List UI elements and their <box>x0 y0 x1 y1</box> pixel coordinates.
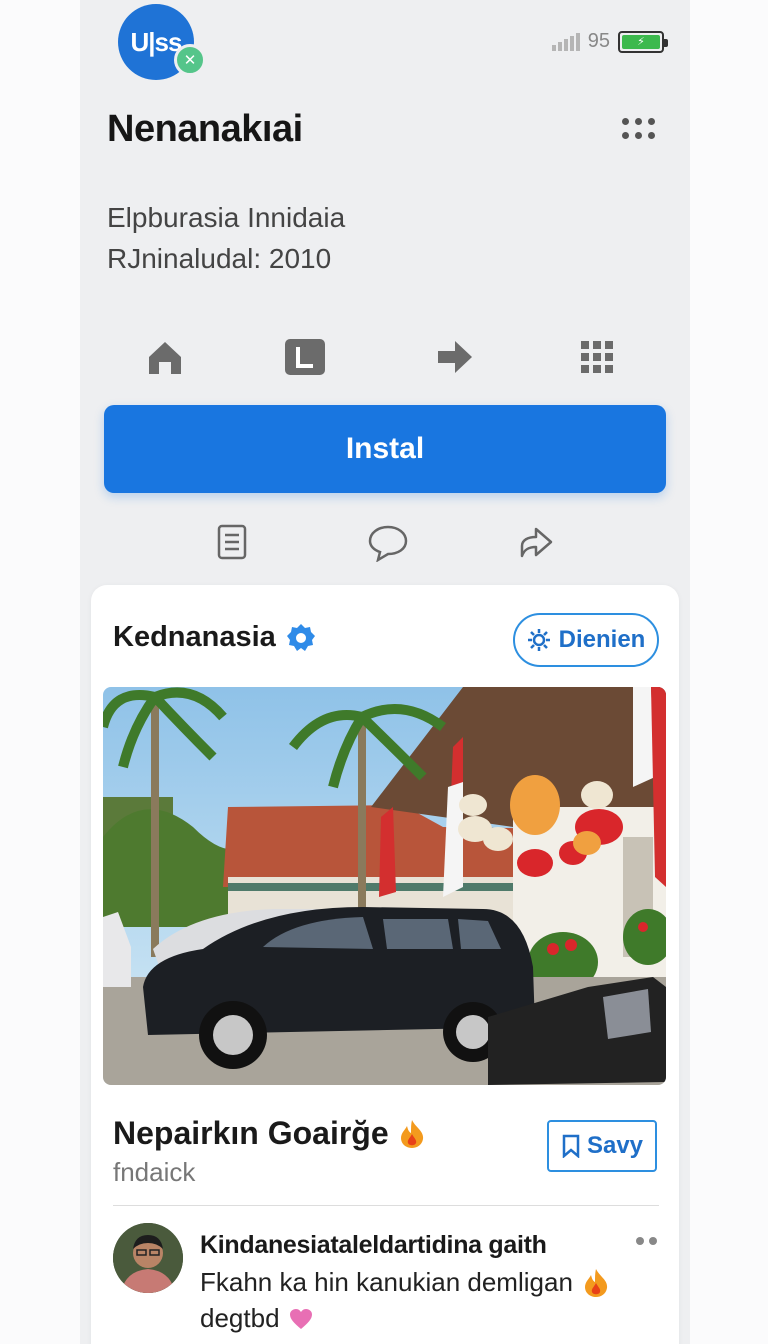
action-icon-row <box>80 520 690 564</box>
comment-line-1: Fkahn ka hin kanukian demligan <box>200 1267 609 1298</box>
save-button[interactable]: Savy <box>547 1120 657 1172</box>
divider <box>113 1205 659 1206</box>
forward-arrow-icon[interactable] <box>432 334 478 380</box>
heart-icon <box>289 1308 312 1329</box>
battery-icon: ⚡ <box>618 30 668 53</box>
battery-fill: ⚡ <box>622 34 660 49</box>
profile-name[interactable]: Kednanasia <box>113 621 276 654</box>
app-title: Nenanakıai <box>107 108 303 150</box>
meta-release: RJninaludal: 2010 <box>107 243 332 274</box>
logo-badge-icon: ✕ <box>174 44 206 76</box>
save-button-label: Savy <box>586 1132 644 1159</box>
post-card: Kednanasia Dienien Nepairkın Goairğe fnd… <box>91 585 679 1344</box>
gear-icon <box>527 629 550 651</box>
fire-icon <box>584 1268 607 1297</box>
comment-text: Fkahn ka hin kanukian demligan <box>200 1267 573 1297</box>
comment-text-2: degtbd <box>200 1303 280 1333</box>
post-photo[interactable] <box>103 687 666 1085</box>
comment-author: Kindanesiataleldartidina gaith <box>200 1231 547 1259</box>
profile-header: Kednanasia <box>113 621 316 654</box>
post-title: Nepairkın Goairğe <box>113 1115 425 1152</box>
comment-icon[interactable] <box>366 520 410 564</box>
verified-badge-icon <box>286 623 315 651</box>
library-icon[interactable] <box>282 334 328 380</box>
follow-button-label: Dienien <box>558 626 646 653</box>
fire-icon <box>400 1119 423 1148</box>
post-title-text: Nepairkın Goairğe <box>113 1115 389 1151</box>
bookmark-icon <box>562 1134 580 1158</box>
nav-icon-row <box>80 334 690 380</box>
status-number: 95 <box>587 30 610 52</box>
document-icon[interactable] <box>210 520 254 564</box>
more-options-icon[interactable] <box>622 118 656 142</box>
install-button[interactable]: Instal <box>104 405 666 493</box>
follow-button[interactable]: Dienien <box>513 613 659 667</box>
status-bar: 95 ⚡ <box>551 30 668 53</box>
app-logo-text: U|ss <box>130 26 183 57</box>
share-icon[interactable] <box>514 520 558 564</box>
avatar[interactable] <box>113 1223 183 1293</box>
comment-line-2: degtbd <box>200 1303 314 1334</box>
signal-icon <box>551 32 580 51</box>
home-icon[interactable] <box>142 334 188 380</box>
post-subtitle: fndaick <box>113 1157 196 1187</box>
phone-screen: U|ss ✕ 95 ⚡ Nenanakıai Elpburasia Innida… <box>80 0 690 1344</box>
grid-apps-icon[interactable] <box>574 334 620 380</box>
meta-developer: Elpburasia Innidaia <box>107 202 346 233</box>
comment-more-icon[interactable] <box>636 1237 657 1245</box>
